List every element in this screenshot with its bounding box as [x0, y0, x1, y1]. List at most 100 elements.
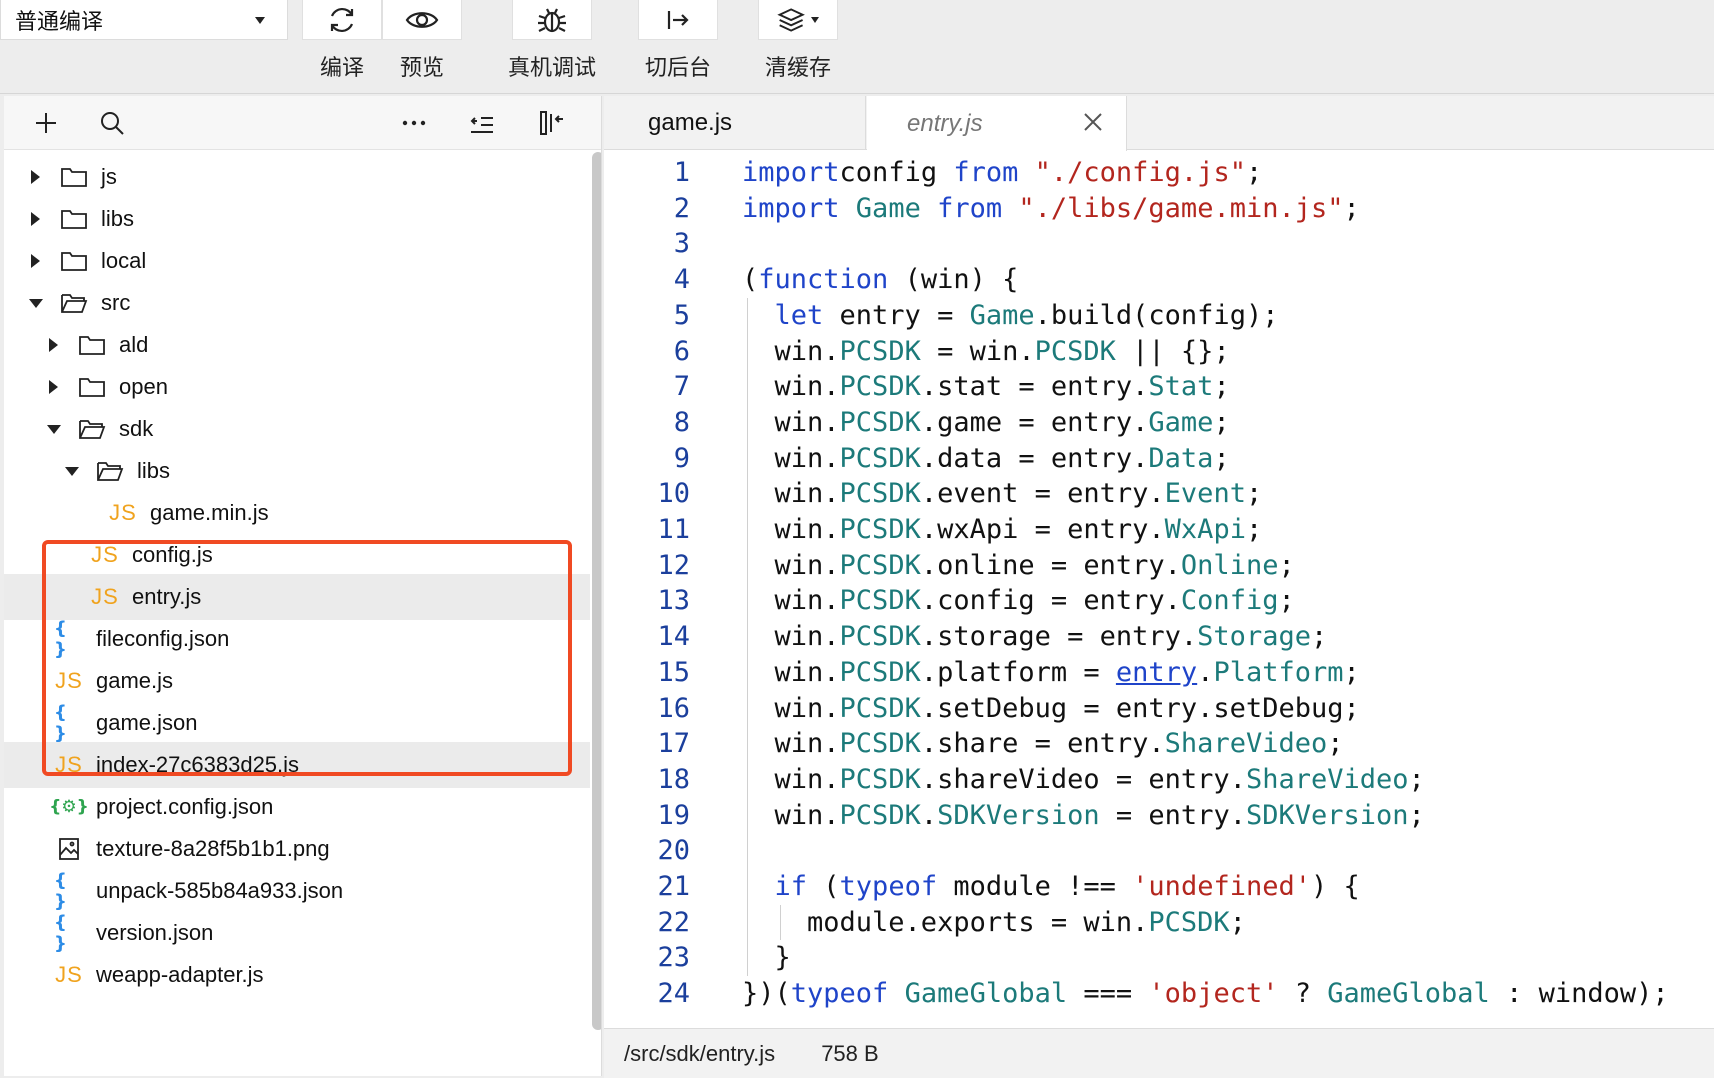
- tree-item-label: game.json: [96, 710, 198, 735]
- chevron-down-icon[interactable]: [65, 466, 79, 476]
- tree-folder-sdk[interactable]: sdk: [4, 406, 590, 452]
- json-file-icon: { }: [54, 870, 67, 912]
- tree-item-label: entry.js: [132, 584, 202, 609]
- device-debug-button[interactable]: 真机调试: [508, 0, 596, 82]
- preview-button[interactable]: 预览: [382, 0, 462, 82]
- tree-folder-libs[interactable]: libs: [4, 448, 590, 494]
- code-line: 5 let entry = Game.build(config);: [604, 298, 1714, 334]
- code-text: (function (win) {: [742, 264, 1019, 296]
- line-number: 7: [673, 371, 690, 403]
- tree-file-project-config-json[interactable]: {⚙} project.config.json: [4, 784, 590, 830]
- tree-folder-libs[interactable]: libs: [4, 196, 590, 242]
- line-number: 20: [657, 835, 690, 867]
- code-line: 11 win.PCSDK.wxApi = entry.WxApi;: [604, 512, 1714, 548]
- tree-file-index-27c6383d25-js[interactable]: JS index-27c6383d25.js: [4, 742, 590, 788]
- line-number: 1: [673, 157, 690, 188]
- folder-icon: [59, 206, 89, 232]
- tab-label: game.js: [648, 109, 733, 136]
- tree-item-label: texture-8a28f5b1b1.png: [96, 836, 330, 861]
- switch-background-button[interactable]: 切后台: [638, 0, 718, 82]
- code-area[interactable]: 1 importconfig from "./config.js"; 2 import…: [604, 152, 1714, 1028]
- code-text: win.PCSDK.wxApi = entry.WxApi;: [742, 514, 1263, 545]
- tree-file-fileconfig-json[interactable]: { } fileconfig.json: [4, 616, 590, 662]
- code-text: win.PCSDK.stat = entry.Stat;: [742, 371, 1230, 403]
- tree-file-entry-js[interactable]: JS entry.js: [4, 574, 590, 620]
- top-toolbar: 普通编译 编译 预览 真机调试 切后台 清缓存: [0, 0, 1714, 94]
- chevron-down-icon[interactable]: [47, 424, 61, 434]
- explorer-scrollbar[interactable]: [592, 152, 601, 1030]
- indent-guide: [780, 904, 781, 941]
- switch-background-label: 切后台: [644, 55, 711, 80]
- js-file-icon: JS: [91, 584, 119, 609]
- code-text: win.PCSDK.config = entry.Config;: [742, 585, 1295, 617]
- tab-game-js[interactable]: game.js: [604, 96, 866, 150]
- line-number: 12: [657, 549, 690, 581]
- tree-file-game-min-js[interactable]: JS game.min.js: [4, 490, 590, 536]
- line-number: 16: [657, 692, 690, 724]
- tree-file-game-json[interactable]: { } game.json: [4, 700, 590, 746]
- tree-file-unpack-585b84a933-json[interactable]: { } unpack-585b84a933.json: [4, 868, 590, 914]
- tree-file-version-json[interactable]: { } version.json: [4, 910, 590, 956]
- tree-item-label: unpack-585b84a933.json: [96, 878, 344, 903]
- tree-file-weapp-adapter-js[interactable]: JS weapp-adapter.js: [4, 952, 590, 998]
- tree-item-label: fileconfig.json: [96, 626, 230, 651]
- code-text: })(typeof GameGlobal === 'object' ? Game…: [742, 978, 1669, 1010]
- compile-button[interactable]: 编译: [302, 0, 382, 82]
- tree-folder-open[interactable]: open: [4, 364, 590, 410]
- code-text: win.PCSDK.platform = entry.Platform;: [742, 656, 1360, 688]
- chevron-right-icon[interactable]: [31, 254, 40, 268]
- clear-cache-button[interactable]: 清缓存: [758, 0, 838, 82]
- code-text: importconfig from "./config.js";: [742, 157, 1263, 188]
- project-config-icon: {⚙}: [49, 797, 89, 817]
- tree-folder-local[interactable]: local: [4, 238, 590, 284]
- chevron-right-icon[interactable]: [49, 338, 58, 352]
- code-line: 14 win.PCSDK.storage = entry.Storage;: [604, 619, 1714, 655]
- outdent-button[interactable]: [464, 105, 500, 141]
- code-text: win.PCSDK.game = entry.Game;: [742, 406, 1230, 438]
- chevron-down-icon: [255, 17, 265, 24]
- tree-item-label: libs: [137, 458, 171, 483]
- code-text: win.PCSDK.data = entry.Data;: [742, 442, 1230, 474]
- code-line: 1 importconfig from "./config.js";: [604, 155, 1714, 191]
- tab-entry-js[interactable]: entry.js: [867, 96, 1127, 151]
- line-number: 21: [657, 871, 690, 902]
- tree-item-label: open: [119, 374, 168, 399]
- file-path: /src/sdk/entry.js: [624, 1040, 776, 1066]
- line-number: 10: [657, 478, 690, 510]
- chevron-right-icon[interactable]: [31, 212, 40, 226]
- code-line: 15 win.PCSDK.platform = entry.Platform;: [604, 655, 1714, 691]
- tree-file-config-js[interactable]: JS config.js: [4, 532, 590, 578]
- more-icon: [402, 120, 426, 126]
- layers-icon: [777, 7, 805, 32]
- tree-file-texture-8a28f5b1b1-png[interactable]: texture-8a28f5b1b1.png: [4, 826, 590, 872]
- code-text: module.exports = win.PCSDK;: [742, 906, 1246, 938]
- chevron-right-icon[interactable]: [31, 170, 40, 184]
- code-text: import Game from "./libs/game.min.js";: [742, 192, 1360, 224]
- add-file-button[interactable]: [28, 105, 64, 141]
- close-icon[interactable]: [1082, 111, 1104, 133]
- folder-open-icon: [95, 458, 125, 484]
- code-text: win.PCSDK.share = entry.ShareVideo;: [742, 728, 1344, 760]
- more-button[interactable]: [396, 105, 432, 141]
- tree-item-label: index-27c6383d25.js: [96, 752, 300, 777]
- search-button[interactable]: [94, 105, 130, 141]
- tree-folder-js[interactable]: js: [4, 154, 590, 200]
- line-number: 6: [673, 335, 690, 367]
- tree-file-game-js[interactable]: JS game.js: [4, 658, 590, 704]
- collapse-panel-button[interactable]: [534, 105, 570, 141]
- image-file-icon: [54, 836, 84, 862]
- tree-folder-src[interactable]: src: [4, 280, 590, 326]
- device-debug-label: 真机调试: [508, 55, 597, 80]
- code-line: 9 win.PCSDK.data = entry.Data;: [604, 441, 1714, 477]
- code-text: win.PCSDK.event = entry.Event;: [742, 478, 1263, 510]
- folder-open-icon: [59, 290, 89, 316]
- code-text: if (typeof module !== 'undefined') {: [742, 871, 1360, 902]
- tree-item-label: local: [101, 248, 147, 273]
- chevron-down-icon[interactable]: [29, 298, 43, 308]
- code-line: 12 win.PCSDK.online = entry.Online;: [604, 548, 1714, 584]
- code-line: 6 win.PCSDK = win.PCSDK || {};: [604, 334, 1714, 370]
- compile-mode-select[interactable]: 普通编译: [0, 0, 288, 40]
- tree-folder-ald[interactable]: ald: [4, 322, 590, 368]
- compile-label: 编译: [319, 55, 364, 80]
- chevron-right-icon[interactable]: [49, 380, 58, 394]
